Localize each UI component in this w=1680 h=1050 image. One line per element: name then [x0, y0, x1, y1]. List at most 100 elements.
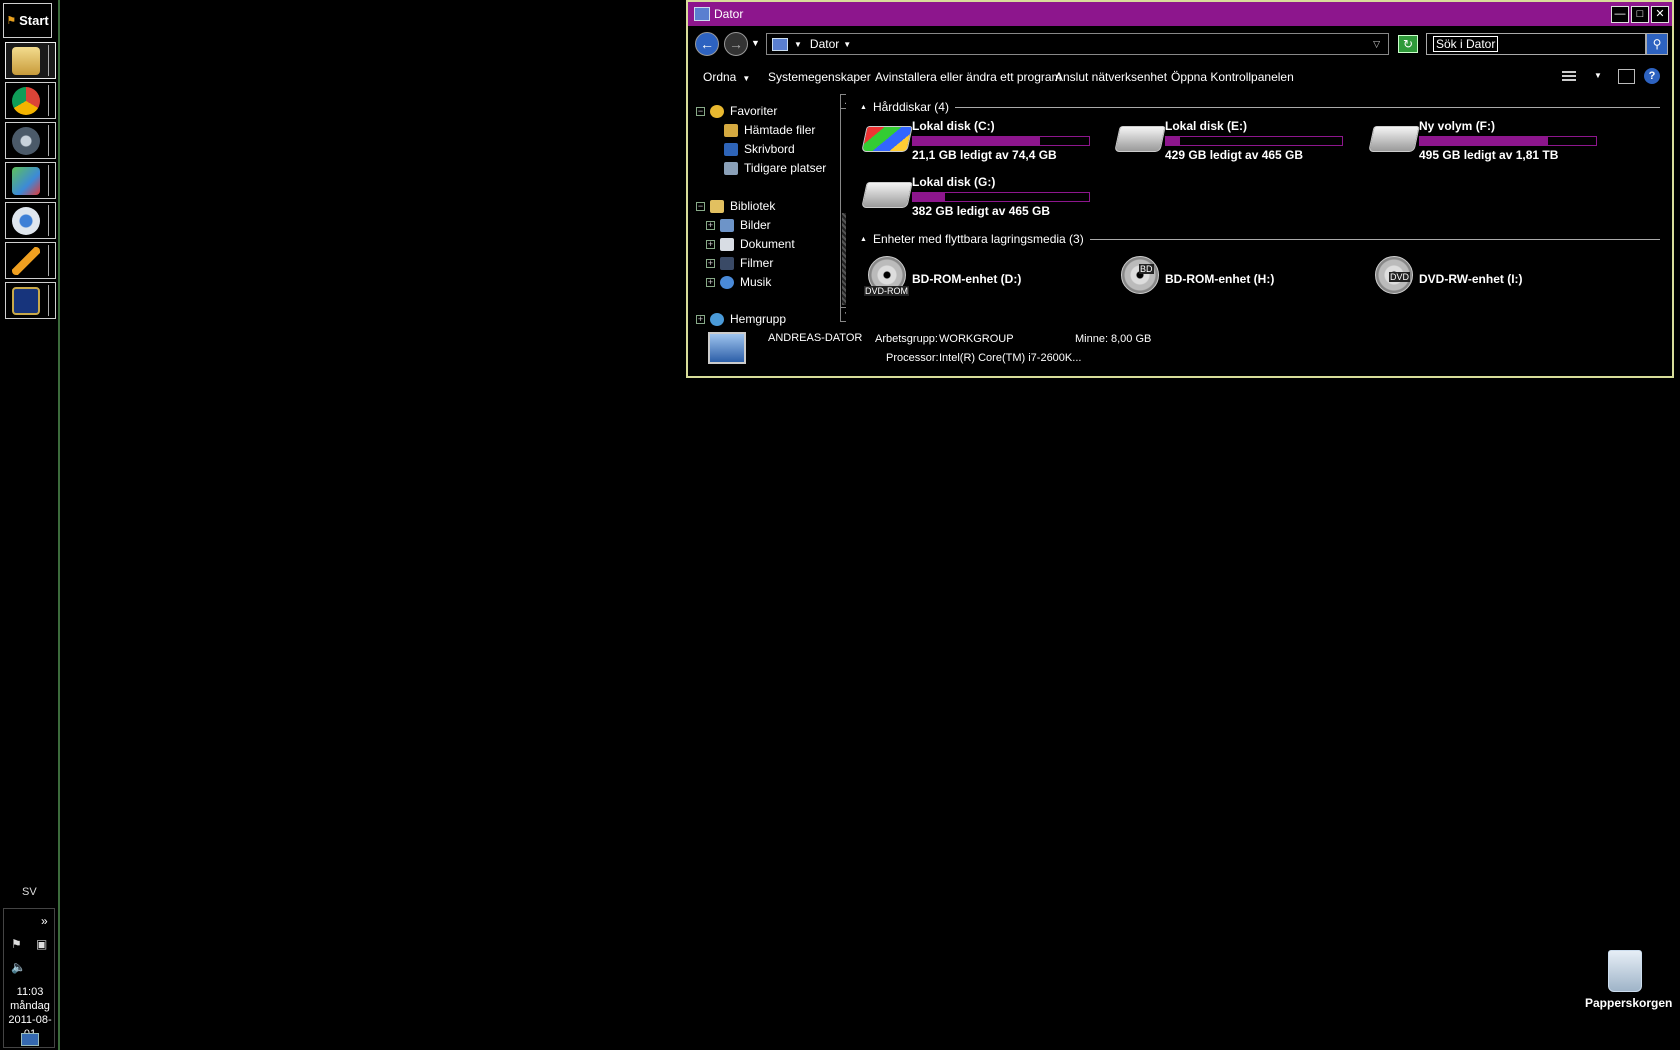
scroll-thumb[interactable] — [842, 213, 846, 305]
collapse-triangle-icon[interactable]: ▲ — [860, 236, 867, 243]
nav-homegroup[interactable]: + Hemgrupp — [696, 310, 786, 326]
minimize-button[interactable]: — — [1611, 6, 1629, 23]
help-icon[interactable]: ? — [1644, 68, 1660, 84]
maximize-button[interactable]: □ — [1631, 6, 1649, 23]
drive-i[interactable]: DVD DVD-RW-enhet (I:) — [1367, 252, 1607, 298]
chevron-down-icon[interactable]: ▼ — [843, 40, 851, 49]
nav-downloads[interactable]: Hämtade filer — [724, 121, 815, 139]
search-icon[interactable]: ⚲ — [1646, 33, 1668, 55]
collapse-icon[interactable]: − — [696, 106, 705, 116]
forward-button[interactable]: → — [724, 32, 748, 56]
nav-recent-places[interactable]: Tidigare platser — [724, 159, 826, 177]
disc-badge: DVD — [1389, 272, 1411, 282]
drive-name: Ny volym (F:) — [1419, 119, 1496, 133]
scroll-down-arrow-icon[interactable]: ▼ — [841, 307, 846, 321]
desktop-icon — [724, 142, 738, 156]
command-bar: Ordna ▼ Systemegenskaper Avinstallera ell… — [688, 64, 1672, 90]
system-properties-button[interactable]: Systemegenskaper — [768, 70, 871, 84]
title-bar[interactable]: Dator — □ ✕ — [688, 2, 1672, 26]
nav-recent-label: Tidigare platser — [744, 161, 827, 175]
star-icon — [710, 104, 724, 118]
nav-music-label: Musik — [740, 275, 772, 289]
uninstall-program-button[interactable]: Avinstallera eller ändra ett program — [875, 70, 1062, 84]
address-bar[interactable]: ▼ Dator ▼ ▽ — [766, 33, 1389, 55]
taskbar-teamspeak-button[interactable] — [5, 202, 56, 239]
drive-free-space: 429 GB ledigt av 465 GB — [1165, 148, 1304, 162]
collapse-triangle-icon[interactable]: ▲ — [860, 104, 867, 111]
expand-icon[interactable]: + — [706, 220, 715, 230]
drive-usage-fill — [1166, 137, 1181, 145]
lightning-icon — [12, 246, 40, 275]
taskbar-messenger-button[interactable] — [5, 162, 56, 199]
nav-desktop[interactable]: Skrivbord — [724, 140, 795, 158]
open-control-panel-button[interactable]: Öppna Kontrollpanelen — [1171, 70, 1294, 84]
taskbar-winamp-button[interactable] — [5, 242, 56, 279]
change-view-icon[interactable] — [1562, 69, 1576, 83]
collapse-icon[interactable]: − — [696, 201, 705, 211]
scroll-up-arrow-icon[interactable]: ▲ — [841, 95, 846, 109]
show-desktop-button[interactable] — [21, 1033, 39, 1046]
action-center-flag-icon[interactable]: ⚑ — [11, 937, 22, 951]
start-button[interactable]: ⚑ Start — [3, 3, 52, 38]
recycle-bin[interactable]: Papperskorgen — [1585, 950, 1672, 1010]
drive-name: Lokal disk (E:) — [1165, 119, 1248, 133]
organize-button[interactable]: Ordna ▼ — [703, 70, 750, 84]
nav-scrollbar[interactable]: ▲ ▼ — [840, 94, 846, 322]
recent-pages-dropdown[interactable]: ▼ — [751, 38, 760, 48]
refresh-button[interactable]: ↻ — [1398, 35, 1418, 53]
taskbar-steam-button[interactable] — [5, 122, 56, 159]
headset-icon — [12, 206, 40, 235]
nav-documents-label: Dokument — [740, 237, 795, 251]
libraries-icon — [710, 199, 724, 213]
search-input[interactable]: Sök i Dator — [1426, 33, 1646, 55]
group-removable[interactable]: ▲ Enheter med flyttbara lagringsmedia (3… — [860, 231, 1660, 247]
network-icon[interactable]: ▣ — [36, 937, 47, 951]
drive-name: BD-ROM-enhet (D:) — [912, 272, 1022, 286]
language-indicator[interactable]: SV — [22, 886, 37, 898]
notification-area: » ⚑ ▣ 🔈 11:03 måndag 2011-08-01 — [3, 908, 55, 1048]
address-history-dropdown[interactable]: ▽ — [1373, 39, 1380, 50]
group-hard-drives[interactable]: ▲ Hårddiskar (4) — [860, 99, 1660, 115]
videos-icon — [720, 256, 734, 270]
nav-music[interactable]: + Musik — [706, 273, 771, 291]
drive-d[interactable]: DVD-ROM BD-ROM-enhet (D:) — [860, 252, 1100, 298]
nav-homegroup-label: Hemgrupp — [730, 312, 787, 326]
expand-icon[interactable]: + — [706, 239, 715, 249]
view-options-dropdown[interactable]: ▼ — [1594, 71, 1602, 80]
taskbar-explorer-button[interactable] — [5, 42, 56, 79]
drive-e[interactable]: Lokal disk (E:) 429 GB ledigt av 465 GB — [1113, 116, 1353, 162]
drive-h[interactable]: BD BD-ROM-enhet (H:) — [1113, 252, 1353, 298]
taskbar-chrome-button[interactable] — [5, 82, 56, 119]
chevron-down-icon[interactable]: ▼ — [794, 40, 802, 49]
preview-pane-icon[interactable] — [1618, 69, 1635, 84]
drive-usage-bar — [912, 136, 1090, 146]
drive-g[interactable]: Lokal disk (G:) 382 GB ledigt av 465 GB — [860, 172, 1100, 218]
workgroup-value: WORKGROUP — [939, 333, 1014, 345]
recent-places-icon — [724, 161, 738, 175]
nav-documents[interactable]: + Dokument — [706, 235, 795, 253]
show-hidden-icons-button[interactable]: » — [41, 914, 48, 928]
volume-icon[interactable]: 🔈 — [11, 960, 26, 974]
expand-icon[interactable]: + — [706, 277, 715, 287]
map-network-drive-button[interactable]: Anslut nätverksenhet — [1055, 70, 1167, 84]
drive-free-space: 382 GB ledigt av 465 GB — [912, 204, 1051, 218]
nav-libraries[interactable]: − Bibliotek — [696, 197, 775, 215]
taskbar-lol-button[interactable] — [5, 282, 56, 319]
drive-f[interactable]: Ny volym (F:) 495 GB ledigt av 1,81 TB — [1367, 116, 1607, 162]
organize-label: Ordna — [703, 70, 737, 84]
group-hard-drives-label: Hårddiskar (4) — [872, 100, 949, 114]
nav-videos[interactable]: + Filmer — [706, 254, 773, 272]
recycle-bin-icon — [1608, 950, 1642, 992]
drive-usage-fill — [913, 137, 1040, 145]
close-button[interactable]: ✕ — [1651, 6, 1669, 23]
breadcrumb-computer[interactable]: Dator — [810, 37, 839, 51]
expand-icon[interactable]: + — [706, 258, 715, 268]
nav-pictures[interactable]: + Bilder — [706, 216, 771, 234]
address-row: ← → ▼ ▼ Dator ▼ ▽ ↻ Sök i Dator ⚲ — [688, 28, 1672, 58]
drive-c[interactable]: Lokal disk (C:) 21,1 GB ledigt av 74,4 G… — [860, 116, 1100, 162]
back-button[interactable]: ← — [695, 32, 719, 56]
expand-icon[interactable]: + — [696, 314, 705, 324]
computer-icon — [708, 332, 746, 364]
nav-favorites[interactable]: − Favoriter — [696, 102, 777, 120]
memory-value: 8,00 GB — [1111, 333, 1152, 345]
